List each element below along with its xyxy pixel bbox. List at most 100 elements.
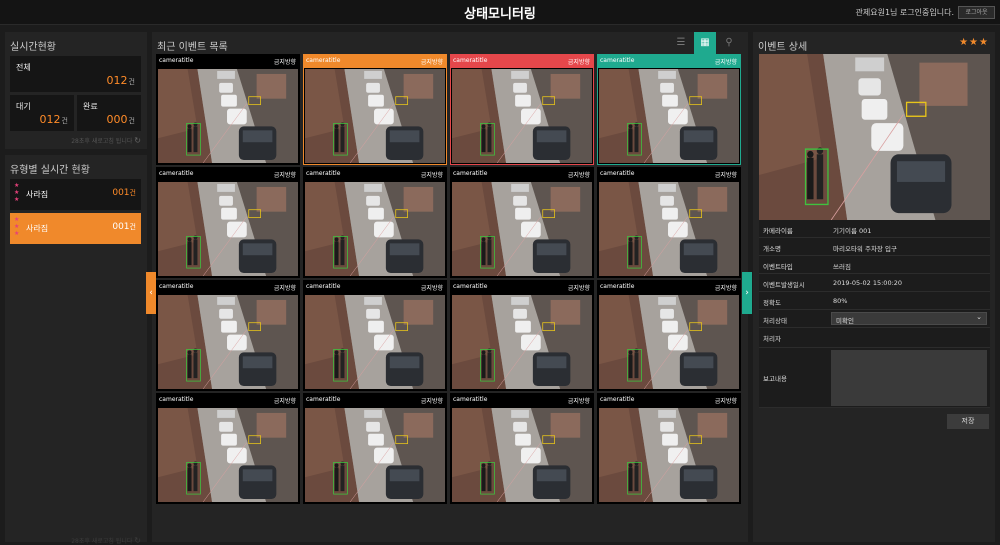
info-row-report: 보고내용: [759, 348, 990, 408]
done-value: 000건: [106, 113, 135, 126]
severity-stars-icon: ★★★: [959, 37, 989, 48]
info-row-camera: 카메라이름 기기이름 001: [759, 220, 990, 238]
camera-title: cameratitle: [453, 283, 488, 290]
waiting-label: 대기: [16, 102, 31, 111]
event-label: 금지방향: [420, 398, 443, 405]
event-cell[interactable]: cameratitle 금지방향: [156, 54, 300, 165]
cell-header: cameratitle 금지방향: [451, 168, 593, 181]
camera-title: cameratitle: [159, 57, 194, 64]
camera-title: cameratitle: [600, 170, 635, 177]
top-bar: 상태모니터링 관제요원1님 로그인중입니다. 로그아웃: [0, 0, 1000, 25]
camera-snapshot: [452, 69, 592, 163]
save-button[interactable]: 저장: [947, 414, 989, 429]
cell-header: cameratitle 금지방향: [157, 55, 299, 68]
page-title: 상태모니터링: [464, 7, 536, 22]
camera-snapshot: [158, 69, 298, 163]
camera-title: cameratitle: [453, 170, 488, 177]
type-item-selected[interactable]: ★ ★ ★ 사라짐 001건: [10, 213, 141, 244]
cell-header: cameratitle 금지방향: [304, 281, 446, 294]
event-cell[interactable]: cameratitle 금지방향: [450, 280, 594, 391]
event-cell[interactable]: cameratitle 금지방향: [156, 167, 300, 278]
camera-title: cameratitle: [306, 283, 341, 290]
event-cell[interactable]: cameratitle 금지방향: [303, 167, 447, 278]
camera-snapshot: [599, 69, 739, 163]
info-row-event-type: 이벤트타입 쓰러짐: [759, 256, 990, 274]
camera-title: cameratitle: [159, 170, 194, 177]
bottom-refresh-note: 28초후 새로고침 됩니다 ↻: [71, 536, 141, 545]
chevron-down-icon: ⌄: [976, 313, 982, 321]
realtime-status-panel: 실시간현황 전체 012건 대기 012건 완료 000건 28초후 새로고침 …: [5, 32, 147, 545]
event-label: 금지방향: [567, 285, 590, 292]
cell-header: cameratitle 금지방향: [451, 281, 593, 294]
type-count: 001건: [112, 222, 136, 232]
waiting-stat[interactable]: 대기 012건: [10, 95, 74, 131]
event-cell[interactable]: cameratitle 금지방향: [597, 393, 741, 504]
star-icon: ★ ★ ★: [14, 182, 20, 203]
refresh-note: 28초후 새로고침 됩니다 ↻: [71, 136, 141, 145]
camera-snapshot: [452, 182, 592, 276]
prev-page-button[interactable]: ‹: [146, 272, 156, 314]
event-detail-panel: 이벤트 상세 ★★★ 카메라이름 기기이름 001 개소명 마리오타워 주차장 입구…: [753, 32, 995, 542]
camera-snapshot: [599, 182, 739, 276]
total-value: 012건: [106, 74, 135, 87]
done-stat[interactable]: 완료 000건: [77, 95, 141, 131]
next-page-button[interactable]: ›: [742, 272, 752, 314]
type-item[interactable]: ★ ★ ★ 사라짐 001건: [10, 179, 141, 210]
event-label: 금지방향: [714, 285, 737, 292]
event-cell[interactable]: cameratitle 금지방향: [597, 280, 741, 391]
event-cell[interactable]: cameratitle 금지방향: [303, 280, 447, 391]
cell-header: cameratitle 금지방향: [598, 394, 740, 407]
cell-header: cameratitle 금지방향: [598, 55, 740, 68]
camera-title: cameratitle: [306, 57, 341, 64]
camera-snapshot: [305, 182, 445, 276]
cell-header: cameratitle 금지방향: [451, 55, 593, 68]
event-cell[interactable]: cameratitle 금지방향: [156, 280, 300, 391]
type-name: 사라짐: [26, 224, 49, 233]
camera-title: cameratitle: [306, 396, 341, 403]
cell-header: cameratitle 금지방향: [304, 55, 446, 68]
event-snapshot: [759, 54, 990, 220]
cell-header: cameratitle 금지방향: [157, 281, 299, 294]
camera-title: cameratitle: [453, 396, 488, 403]
type-status-section: 유형별 실시간 현황 ★ ★ ★ 사라짐 001건 ★ ★ ★ 사라짐 001건: [5, 155, 147, 244]
grid-view-icon[interactable]: ▦: [694, 32, 716, 54]
event-cell[interactable]: cameratitle 금지방향: [597, 54, 741, 165]
event-label: 금지방향: [420, 59, 443, 66]
camera-snapshot: [599, 295, 739, 389]
cell-header: cameratitle 금지방향: [157, 394, 299, 407]
info-row-datetime: 이벤트발생일시 2019-05-02 15:00:20: [759, 274, 990, 292]
total-stat[interactable]: 전체 012건: [10, 56, 141, 92]
refresh-icon[interactable]: ↻: [134, 136, 141, 145]
event-cell[interactable]: cameratitle 금지방향: [597, 167, 741, 278]
event-cell[interactable]: cameratitle 금지방향: [450, 54, 594, 165]
camera-title: cameratitle: [600, 396, 635, 403]
camera-snapshot: [158, 408, 298, 502]
list-view-icon[interactable]: ☰: [670, 32, 692, 54]
total-label: 전체: [16, 63, 31, 72]
camera-title: cameratitle: [600, 57, 635, 64]
report-textarea[interactable]: [831, 350, 987, 406]
event-cell[interactable]: cameratitle 금지방향: [156, 393, 300, 504]
event-cell[interactable]: cameratitle 금지방향: [450, 393, 594, 504]
cell-header: cameratitle 금지방향: [451, 394, 593, 407]
camera-snapshot: [599, 408, 739, 502]
event-label: 금지방향: [714, 172, 737, 179]
star-icon: ★ ★ ★: [14, 216, 20, 237]
event-cell[interactable]: cameratitle 금지방향: [303, 393, 447, 504]
realtime-title: 실시간현황: [10, 42, 56, 53]
camera-title: cameratitle: [159, 283, 194, 290]
event-label: 금지방향: [420, 172, 443, 179]
status-select[interactable]: 미확인 ⌄: [831, 312, 987, 325]
camera-snapshot: [305, 295, 445, 389]
event-label: 금지방향: [273, 172, 296, 179]
camera-title: cameratitle: [159, 396, 194, 403]
info-row-status: 처리상태 미확인 ⌄: [759, 310, 990, 328]
event-label: 금지방향: [567, 398, 590, 405]
refresh-icon[interactable]: ↻: [134, 536, 141, 545]
event-label: 금지방향: [567, 172, 590, 179]
event-grid: cameratitle 금지방향 cameratitle 금지방향 cameratitl…: [156, 54, 745, 536]
event-cell[interactable]: cameratitle 금지방향: [303, 54, 447, 165]
logout-button[interactable]: 로그아웃: [958, 6, 995, 19]
event-cell[interactable]: cameratitle 금지방향: [450, 167, 594, 278]
map-pin-icon[interactable]: ⚲: [718, 32, 740, 54]
